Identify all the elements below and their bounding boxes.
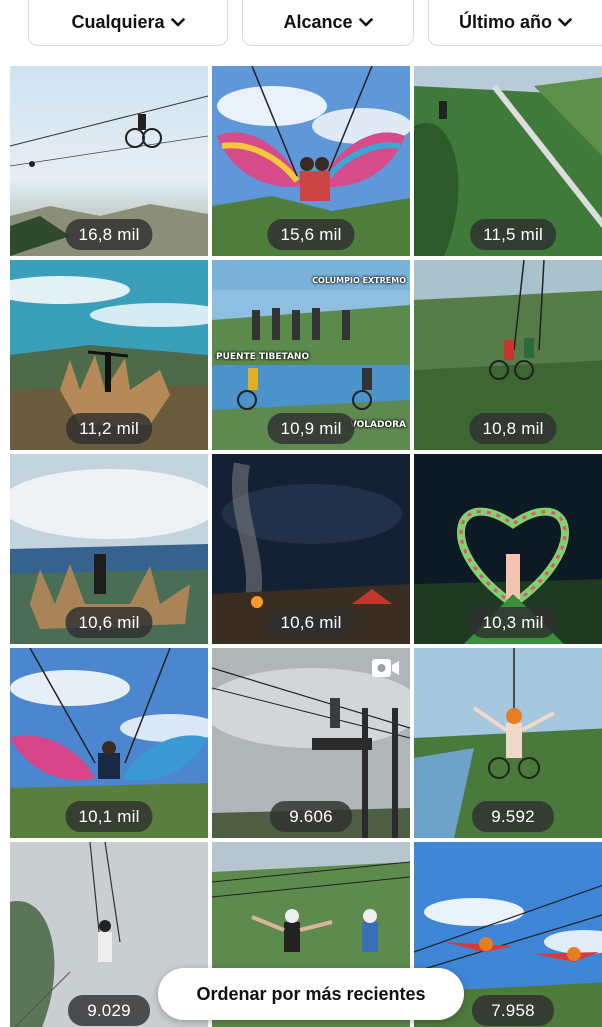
view-count-badge: 10,8 mil (469, 413, 557, 444)
post-thumbnail[interactable]: COLUMPIO EXTREMO PUENTE TIBETANO VOLADOR… (212, 260, 410, 450)
filter-bar: Cualquiera Alcance Último año (0, 0, 602, 62)
post-thumbnail[interactable]: 15,6 mil (212, 66, 410, 256)
overlay-label-puente: PUENTE TIBETANO (216, 352, 310, 362)
view-count-badge: 10,6 mil (267, 607, 355, 638)
post-thumbnail[interactable]: 16,8 mil (10, 66, 208, 256)
post-thumbnail[interactable]: 10,6 mil (10, 454, 208, 644)
chevron-down-icon (170, 18, 185, 27)
filter-time-dropdown[interactable]: Cualquiera (28, 0, 228, 46)
view-count-badge: 11,2 mil (66, 413, 152, 444)
post-thumbnail[interactable]: 11,2 mil (10, 260, 208, 450)
post-thumbnail[interactable]: 10,1 mil (10, 648, 208, 838)
post-thumbnail[interactable]: 9.592 (414, 648, 602, 838)
view-count-badge: 9.029 (68, 995, 150, 1026)
post-thumbnail[interactable]: 10,6 mil (212, 454, 410, 644)
view-count-badge: 10,3 mil (469, 607, 557, 638)
chevron-down-icon (558, 18, 572, 27)
posts-grid: 16,8 mil 15,6 mil 11,5 mil 11,2 mil COLU… (10, 66, 602, 1027)
filter-metric-dropdown[interactable]: Alcance (242, 0, 414, 46)
view-count-badge: 9.606 (270, 801, 352, 832)
view-count-badge: 10,6 mil (65, 607, 153, 638)
chevron-down-icon (358, 18, 373, 27)
view-count-badge: 16,8 mil (65, 219, 153, 250)
view-count-badge: 15,6 mil (267, 219, 355, 250)
sort-by-recent-button[interactable]: Ordenar por más recientes (158, 968, 464, 1020)
view-count-badge: 9.592 (472, 801, 554, 832)
post-thumbnail[interactable]: 10,3 mil (414, 454, 602, 644)
post-thumbnail[interactable]: 11,5 mil (414, 66, 602, 256)
post-thumbnail[interactable]: 10,8 mil (414, 260, 602, 450)
filter-time-label: Cualquiera (71, 12, 165, 32)
post-thumbnail[interactable]: 9.606 (212, 648, 410, 838)
sort-button-label: Ordenar por más recientes (196, 983, 426, 1004)
view-count-badge: 7.958 (472, 995, 554, 1026)
filter-period-dropdown[interactable]: Último año (428, 0, 602, 46)
view-count-badge: 11,5 mil (470, 219, 556, 250)
view-count-badge: 10,1 mil (65, 801, 153, 832)
overlay-label-voladora: VOLADORA (349, 420, 406, 430)
filter-period-label: Último año (459, 12, 552, 32)
view-count-badge: 10,9 mil (267, 413, 355, 444)
filter-metric-label: Alcance (283, 12, 353, 32)
overlay-label-columpio: COLUMPIO EXTREMO (312, 276, 406, 285)
video-camera-icon (372, 659, 399, 677)
